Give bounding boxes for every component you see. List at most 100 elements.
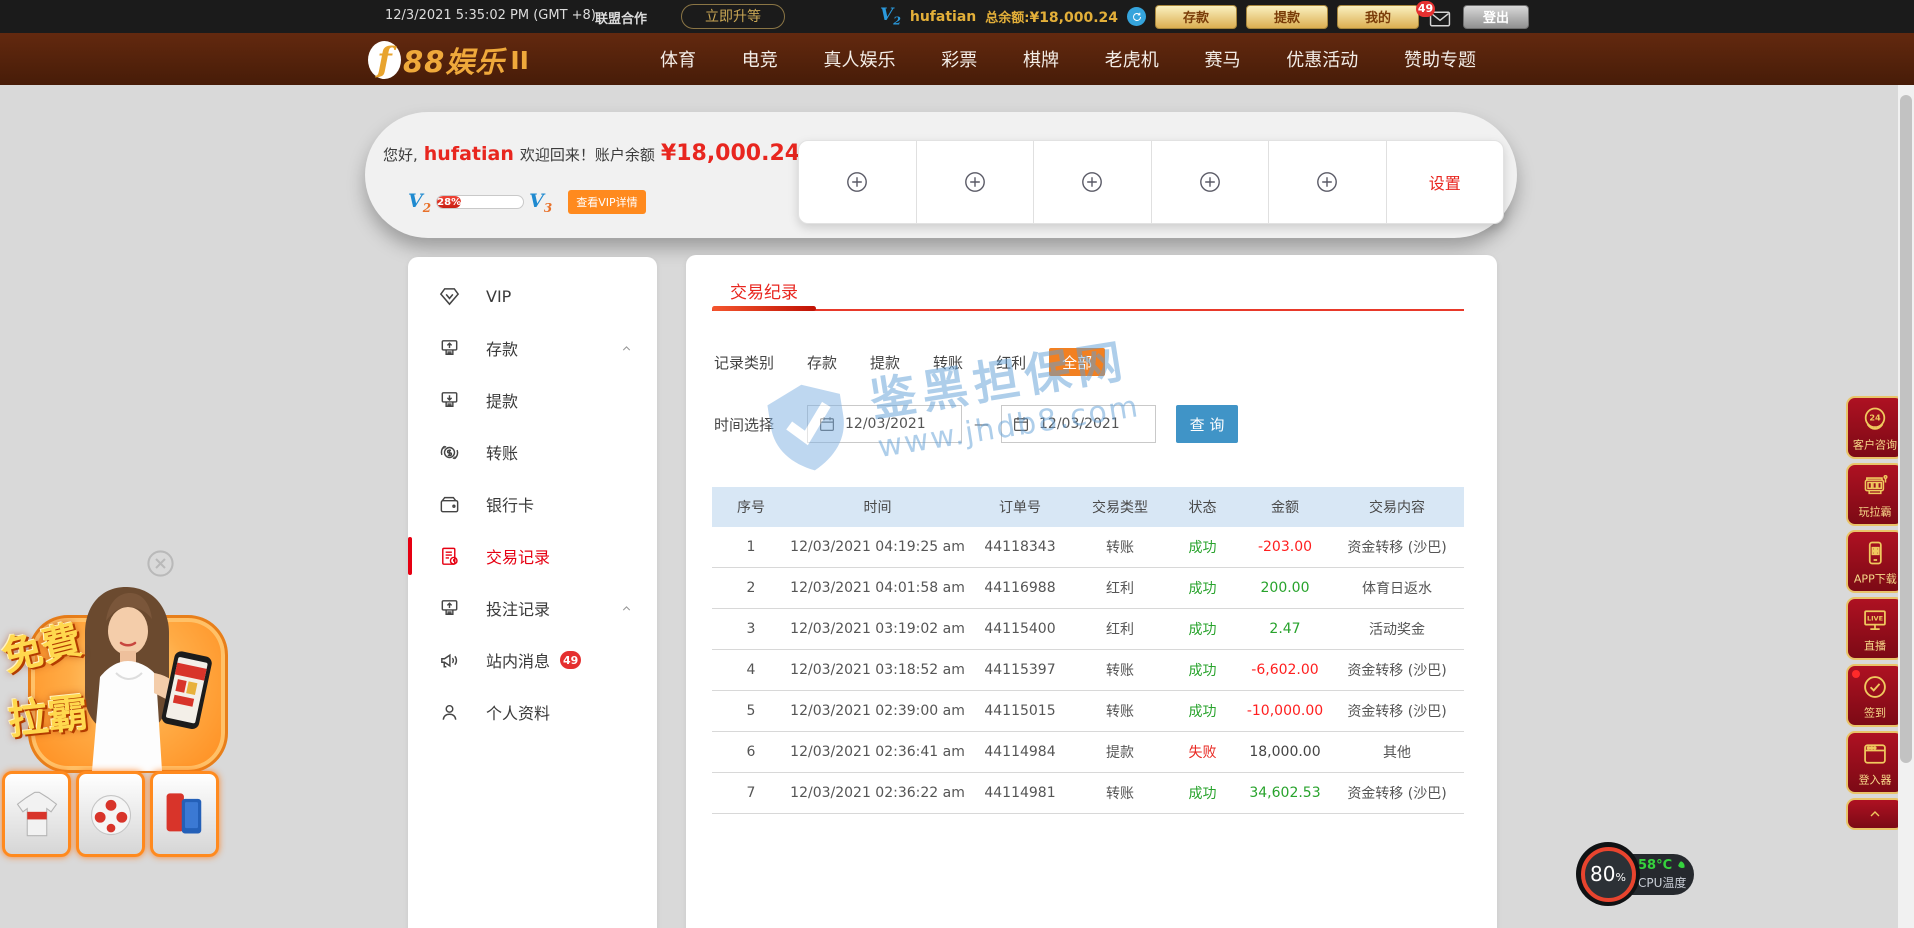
sidebar-item-transaction-record[interactable]: 交易记录 [408, 530, 657, 582]
float-play-slots-button[interactable]: 玩拉霸 [1846, 463, 1904, 526]
sidebar-item-deposit[interactable]: 存款 [408, 322, 657, 374]
date-separator: — [974, 415, 989, 433]
cell-seq: 7 [712, 785, 790, 801]
alliance-link[interactable]: 联盟合作 [595, 8, 647, 27]
cell-status: 成功 [1165, 660, 1240, 680]
search-button[interactable]: 查 询 [1176, 405, 1238, 443]
date-to-value: 12/03/2021 [1039, 416, 1120, 432]
customer-service-icon [1861, 405, 1889, 433]
table-row: 412/03/2021 03:18:52 am44115397转账成功-6,60… [712, 650, 1464, 691]
nav-item-3[interactable]: 真人娱乐 [824, 46, 896, 72]
cell-seq: 4 [712, 662, 790, 678]
float-button-label: 直播 [1864, 638, 1886, 654]
filter-bonus[interactable]: 红利 [996, 352, 1026, 373]
quick-add-button-2[interactable] [916, 141, 1034, 223]
nav-item-7[interactable]: 赛马 [1205, 46, 1241, 72]
cell-time: 12/03/2021 02:39:00 am [790, 703, 965, 719]
mail-button[interactable]: 49 [1428, 7, 1454, 27]
site-logo[interactable]: f 88娱乐 II [368, 39, 529, 81]
float-button-label: 登入器 [1858, 772, 1891, 788]
plus-circle-icon [845, 170, 869, 194]
cell-content: 资金转移 (沙巴) [1330, 783, 1464, 803]
float-app-download-button[interactable]: APP下载 [1846, 530, 1904, 593]
sidebar-item-profile[interactable]: 个人资料 [408, 686, 657, 738]
cell-content: 活动奖金 [1330, 619, 1464, 639]
date-from-input[interactable]: 12/03/2021 [807, 405, 962, 443]
nav-item-4[interactable]: 彩票 [941, 46, 977, 72]
cell-time: 12/03/2021 04:19:25 am [790, 539, 965, 555]
vip-current-icon: V2 [408, 190, 431, 215]
cell-type: 转账 [1075, 701, 1165, 721]
float-button-label: APP下载 [1854, 571, 1897, 587]
vip-progress-row: V2 28% V3 查看VIP详情 [408, 190, 646, 214]
quick-add-button-3[interactable] [1033, 141, 1151, 223]
quick-add-button-5[interactable] [1268, 141, 1386, 223]
float-collapse-button[interactable] [1846, 798, 1904, 830]
vip-gem-icon [438, 285, 461, 308]
float-button-label: 客户咨询 [1853, 437, 1897, 453]
float-check-in-button[interactable]: 签到 [1846, 664, 1904, 727]
quick-add-button-4[interactable] [1151, 141, 1269, 223]
transfer-icon [438, 441, 461, 464]
deposit-button[interactable]: 存款 [1155, 5, 1237, 29]
nav-menu: 体育 电竞 真人娱乐 彩票 棋牌 老虎机 赛马 优惠活动 赞助专题 [660, 33, 1476, 85]
nav-item-8[interactable]: 优惠活动 [1286, 46, 1358, 72]
betting-record-icon [438, 597, 461, 620]
promo-girl-image [18, 573, 235, 785]
sidebar-item-label: 转账 [486, 440, 518, 464]
nav-item-9[interactable]: 赞助专题 [1404, 46, 1476, 72]
nav-item-2[interactable]: 电竞 [742, 46, 778, 72]
upgrade-now-button[interactable]: 立即升等 [681, 4, 785, 29]
prize-phones[interactable] [150, 771, 219, 857]
filter-withdraw[interactable]: 提款 [870, 352, 900, 373]
logout-button[interactable]: 登出 [1463, 5, 1529, 29]
check-in-icon [1861, 673, 1889, 701]
refresh-balance-icon[interactable] [1127, 7, 1146, 26]
greeting: 您好, hufatian 欢迎回来！账户余额 ¥18,000.24 [383, 141, 822, 166]
cell-time: 12/03/2021 04:01:58 am [790, 580, 965, 596]
topbar-user-area: V2 hufatian 总余额:¥18,000.24 存款 提款 我的 49 登… [880, 4, 1529, 29]
table-row: 112/03/2021 04:19:25 am44118343转账成功-203.… [712, 527, 1464, 568]
sidebar-item-betting-record[interactable]: 投注记录 [408, 582, 657, 634]
sidebar-item-vip-gem[interactable]: VIP [408, 270, 657, 322]
promo-banner[interactable]: 免費 拉霸 [0, 585, 235, 865]
cell-order: 44115400 [965, 621, 1075, 637]
cell-content: 资金转移 (沙巴) [1330, 701, 1464, 721]
cell-seq: 1 [712, 539, 790, 555]
mine-button[interactable]: 我的 [1337, 5, 1419, 29]
sidebar-item-bank-card[interactable]: 银行卡 [408, 478, 657, 530]
filter-deposit[interactable]: 存款 [807, 352, 837, 373]
nav-item-5[interactable]: 棋牌 [1023, 46, 1059, 72]
table-row: 512/03/2021 02:39:00 am44115015转账成功-10,0… [712, 691, 1464, 732]
float-customer-service-button[interactable]: 客户咨询 [1846, 396, 1904, 459]
cell-amount: -203.00 [1240, 539, 1330, 555]
mail-unread-badge: 49 [1416, 1, 1435, 17]
tab-transaction-records[interactable]: 交易纪录 [730, 278, 798, 303]
profile-icon [438, 701, 461, 724]
leaf-icon [1675, 860, 1687, 872]
nav-item-6[interactable]: 老虎机 [1105, 46, 1159, 72]
settings-button[interactable]: 设置 [1386, 141, 1504, 223]
vip-detail-button[interactable]: 查看VIP详情 [568, 190, 645, 214]
transactions-panel: 交易纪录 记录类别 存款 提款 转账 红利 全部 时间选择 12/03/2021… [686, 255, 1497, 928]
prize-soccer-ball[interactable] [76, 771, 145, 857]
cell-order: 44114981 [965, 785, 1075, 801]
withdraw-button[interactable]: 提款 [1246, 5, 1328, 29]
cell-order: 44118343 [965, 539, 1075, 555]
active-indicator [408, 537, 412, 575]
quick-add-button-1[interactable] [799, 141, 916, 223]
sidebar-item-transfer[interactable]: 转账 [408, 426, 657, 478]
vip-progress-fill: 28% [437, 196, 461, 208]
filter-all-active[interactable]: 全部 [1049, 348, 1105, 376]
vip-level-icon: V2 [880, 5, 901, 27]
nav-item-1[interactable]: 体育 [660, 46, 696, 72]
float-live-stream-button[interactable]: 直播 [1846, 597, 1904, 660]
prize-jersey[interactable] [2, 771, 71, 857]
sidebar-item-withdraw[interactable]: 提款 [408, 374, 657, 426]
sidebar-item-site-message[interactable]: 站内消息49 [408, 634, 657, 686]
date-to-input[interactable]: 12/03/2021 [1001, 405, 1156, 443]
float-login-tool-button[interactable]: 登入器 [1846, 731, 1904, 794]
cpu-temp-label: CPU温度 [1638, 874, 1694, 891]
filter-transfer[interactable]: 转账 [933, 352, 963, 373]
scrollbar-thumb[interactable] [1900, 95, 1912, 763]
